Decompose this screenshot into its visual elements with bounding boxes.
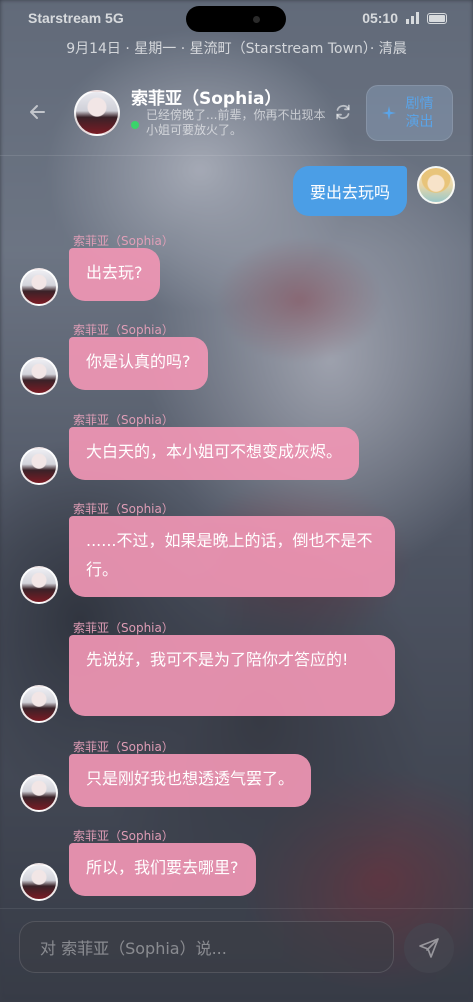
- battery-icon: [427, 12, 447, 24]
- drama-button-label: 剧情演出: [405, 96, 434, 130]
- sender-name: 索菲亚（Sophia）: [73, 413, 174, 427]
- camera-notch: [186, 6, 286, 32]
- ai-avatar[interactable]: [20, 685, 58, 723]
- sender-name: 索菲亚（Sophia）: [73, 621, 174, 635]
- message-list: 要出去玩吗 索菲亚（Sophia） 出去玩? 索菲亚（Sophia） 你是认真的…: [0, 158, 473, 906]
- ai-bubble[interactable]: 只是刚好我也想透透气罢了。: [69, 754, 312, 807]
- sender-name: 索菲亚（Sophia）: [73, 234, 174, 248]
- send-button[interactable]: [404, 923, 454, 973]
- sparkle-icon: [381, 106, 396, 120]
- character-name: 索菲亚（Sophia）: [131, 89, 282, 109]
- ai-bubble[interactable]: ......不过，如果是晚上的话，倒也不是不行。: [69, 516, 395, 597]
- sender-name: 索菲亚（Sophia）: [73, 829, 174, 843]
- message-input[interactable]: 对 索菲亚（Sophia）说...: [19, 921, 394, 973]
- ai-avatar[interactable]: [20, 566, 58, 604]
- ai-bubble[interactable]: 先说好，我可不是为了陪你才答应的!: [69, 635, 395, 716]
- user-avatar[interactable]: [417, 166, 455, 204]
- sender-name: 索菲亚（Sophia）: [73, 323, 174, 337]
- carrier-label: Starstream 5G: [28, 10, 124, 26]
- clock: 05:10: [362, 10, 398, 26]
- drama-button[interactable]: 剧情演出: [366, 85, 453, 141]
- sender-name: 索菲亚（Sophia）: [73, 502, 174, 516]
- ai-bubble[interactable]: 所以，我们要去哪里?: [69, 843, 256, 896]
- chat-header: 索菲亚（Sophia） 已经傍晚了...前辈，你再不出现本小姐可要放火了。 剧情…: [0, 74, 473, 156]
- sender-name: 索菲亚（Sophia）: [73, 740, 174, 754]
- scene-info: 9月14日 · 星期一 · 星流町（Starstream Town）· 清晨: [66, 41, 407, 57]
- character-status: 已经傍晚了...前辈，你再不出现本小姐可要放火了。: [146, 108, 326, 137]
- ai-avatar[interactable]: [20, 357, 58, 395]
- character-avatar[interactable]: [74, 90, 120, 136]
- send-icon: [419, 938, 439, 958]
- ai-bubble[interactable]: 大白天的，本小姐可不想变成灰烬。: [69, 427, 360, 480]
- user-bubble[interactable]: 要出去玩吗: [292, 166, 407, 216]
- camera-lens: [253, 16, 260, 23]
- signal-icon: [406, 12, 419, 24]
- back-arrow-icon[interactable]: [28, 102, 48, 122]
- ai-bubble[interactable]: 出去玩?: [69, 248, 160, 301]
- ai-avatar[interactable]: [20, 863, 58, 901]
- ai-avatar[interactable]: [20, 447, 58, 485]
- ai-avatar[interactable]: [20, 268, 58, 306]
- ai-bubble[interactable]: 你是认真的吗?: [69, 337, 208, 390]
- refresh-icon[interactable]: [333, 102, 353, 127]
- online-indicator: [131, 121, 139, 129]
- composer: 对 索菲亚（Sophia）说...: [0, 908, 473, 1002]
- ai-avatar[interactable]: [20, 774, 58, 812]
- user-message: 要出去玩吗: [292, 166, 455, 216]
